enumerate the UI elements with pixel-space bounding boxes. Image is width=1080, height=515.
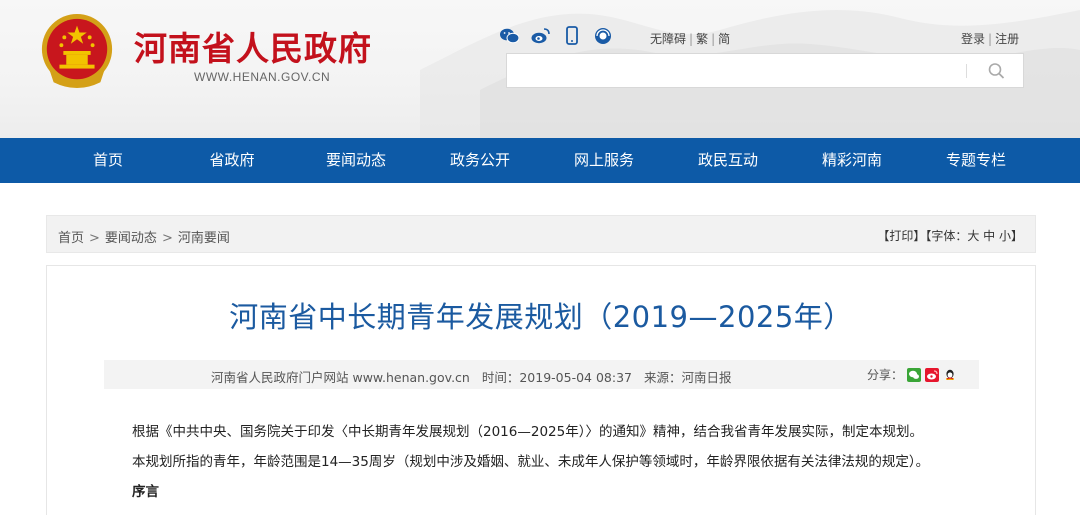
search-box <box>506 53 1024 88</box>
nav-item-online-services[interactable]: 网上服务 <box>542 138 666 183</box>
meta-source-site: 河南省人民政府门户网站 www.henan.gov.cn <box>211 370 470 385</box>
share-bar: 分享： <box>867 366 957 383</box>
simplified-chinese-link[interactable]: 简 <box>718 32 730 46</box>
separator: | <box>689 32 694 46</box>
article-paragraph: 本规划所指的青年，年龄范围是14—35周岁（规划中涉及婚姻、就业、未成年人保护等… <box>132 454 930 470</box>
app-icon[interactable] <box>593 26 612 45</box>
nav-item-wonderful-henan[interactable]: 精彩河南 <box>790 138 914 183</box>
accessibility-links: 无障碍 | 繁 | 简 <box>650 30 730 47</box>
mobile-icon[interactable] <box>562 26 581 45</box>
social-icons <box>500 26 612 45</box>
breadcrumb-separator: > <box>161 231 173 246</box>
account-links: 登录 | 注册 <box>961 30 1019 47</box>
article-paragraph: 根据《中共中央、国务院关于印发〈中长期青年发展规划（2016—2025年）〉的通… <box>132 424 923 440</box>
nav-item-news[interactable]: 要闻动态 <box>294 138 418 183</box>
register-link[interactable]: 注册 <box>995 32 1019 46</box>
breadcrumb: 首页 > 要闻动态 > 河南要闻 【打印】【字体：大 中 小】 <box>46 215 1036 253</box>
separator: | <box>711 32 716 46</box>
breadcrumb-links: 首页 > 要闻动态 > 河南要闻 <box>58 227 230 246</box>
weibo-share-icon[interactable] <box>924 367 939 382</box>
nav-item-government-affairs[interactable]: 政务公开 <box>418 138 542 183</box>
search-divider <box>966 64 967 78</box>
login-link[interactable]: 登录 <box>961 32 985 46</box>
national-emblem-logo <box>41 13 113 89</box>
article-title: 河南省中长期青年发展规划（2019—2025年） <box>229 300 853 334</box>
main-nav: 首页 省政府 要闻动态 政务公开 网上服务 政民互动 精彩河南 专题专栏 <box>0 138 1080 183</box>
nav-item-special-topics[interactable]: 专题专栏 <box>914 138 1038 183</box>
print-font-tools[interactable]: 【打印】【字体：大 中 小】 <box>877 227 1023 244</box>
share-label: 分享： <box>866 368 903 382</box>
nav-item-provincial-government[interactable]: 省政府 <box>170 138 294 183</box>
qq-share-icon[interactable] <box>942 367 957 382</box>
breadcrumb-henan-news[interactable]: 河南要闻 <box>178 231 230 246</box>
site-url: WWW.HENAN.GOV.CN <box>194 70 331 84</box>
barrier-free-link[interactable]: 无障碍 <box>650 32 686 46</box>
traditional-chinese-link[interactable]: 繁 <box>696 32 708 46</box>
site-title[interactable]: 河南省人民政府 <box>134 22 372 70</box>
article-meta-info: 河南省人民政府门户网站 www.henan.gov.cn 时间：2019-05-0… <box>211 367 744 386</box>
meta-origin: 来源：河南日报 <box>643 370 732 385</box>
article-body: 根据《中共中央、国务院关于印发〈中长期青年发展规划（2016—2025年）〉的通… <box>132 417 992 507</box>
article-container: 河南省中长期青年发展规划（2019—2025年） 河南省人民政府门户网站 www… <box>46 265 1036 515</box>
article-meta-bar: 河南省人民政府门户网站 www.henan.gov.cn 时间：2019-05-0… <box>104 360 979 389</box>
breadcrumb-news[interactable]: 要闻动态 <box>105 231 157 246</box>
search-input[interactable] <box>515 59 955 83</box>
breadcrumb-separator: > <box>89 231 100 246</box>
wechat-share-icon[interactable] <box>906 367 921 382</box>
wechat-icon[interactable] <box>500 26 519 45</box>
search-icon[interactable] <box>985 60 1009 82</box>
site-header: 河南省人民政府 WWW.HENAN.GOV.CN 无障碍 | 繁 | 简 登录 | 注册 <box>0 0 1080 138</box>
meta-time: 时间：2019-05-04 08:37 <box>481 370 632 385</box>
weibo-icon[interactable] <box>531 26 550 45</box>
breadcrumb-home[interactable]: 首页 <box>58 231 84 246</box>
separator: | <box>988 32 993 46</box>
nav-item-home[interactable]: 首页 <box>46 138 170 183</box>
nav-item-public-interaction[interactable]: 政民互动 <box>666 138 790 183</box>
